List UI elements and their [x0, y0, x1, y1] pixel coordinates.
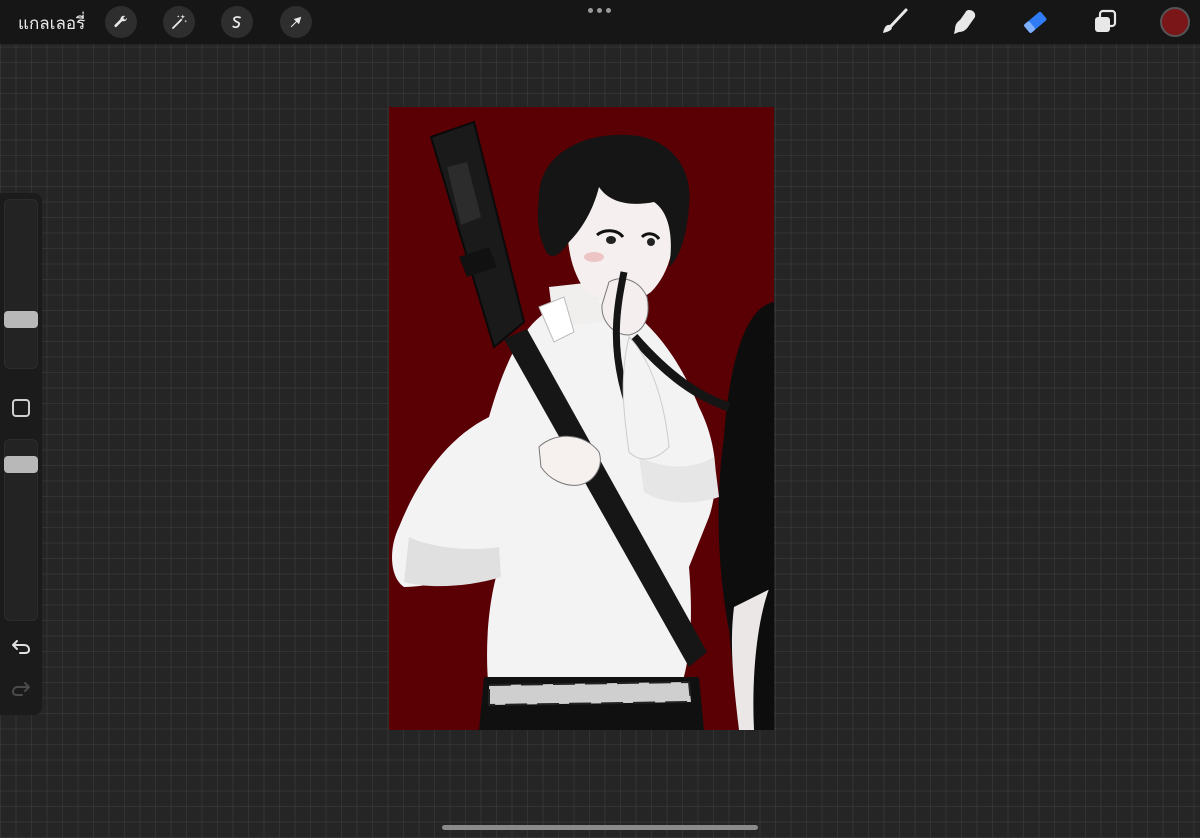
layers-button[interactable]: [1088, 5, 1122, 39]
layers-icon: [1095, 9, 1117, 32]
wrench-icon: [114, 15, 128, 28]
eraser-icon: [1024, 11, 1047, 33]
artwork-canvas[interactable]: [389, 107, 774, 730]
home-indicator[interactable]: [442, 825, 758, 830]
left-sidebar: [0, 193, 42, 715]
opacity-handle[interactable]: [4, 455, 38, 473]
magic-wand-icon: [172, 14, 188, 29]
gallery-button[interactable]: แกลเลอรี่: [18, 10, 85, 37]
more-dots-icon[interactable]: [588, 8, 611, 13]
brush-size-handle[interactable]: [4, 310, 38, 328]
actions-button[interactable]: [105, 6, 137, 38]
brush-size-slider[interactable]: [4, 199, 38, 369]
arrow-cursor-icon: [290, 16, 302, 28]
color-picker-button[interactable]: [1160, 7, 1190, 37]
brush-icon: [883, 8, 908, 33]
top-toolbar: แกลเลอรี่: [0, 0, 1200, 44]
selection-button[interactable]: [221, 6, 253, 38]
adjustments-button[interactable]: [163, 6, 195, 38]
redo-icon[interactable]: [10, 678, 32, 700]
modify-square-icon[interactable]: [12, 399, 30, 417]
brush-tool-button[interactable]: [877, 5, 911, 39]
undo-icon[interactable]: [10, 636, 32, 658]
selection-s-icon: [232, 16, 241, 29]
eraser-tool-button[interactable]: [1018, 5, 1052, 39]
artwork-illustration: [389, 107, 774, 730]
smudge-finger-icon: [954, 10, 976, 34]
transform-button[interactable]: [280, 6, 312, 38]
smudge-tool-button[interactable]: [947, 5, 981, 39]
